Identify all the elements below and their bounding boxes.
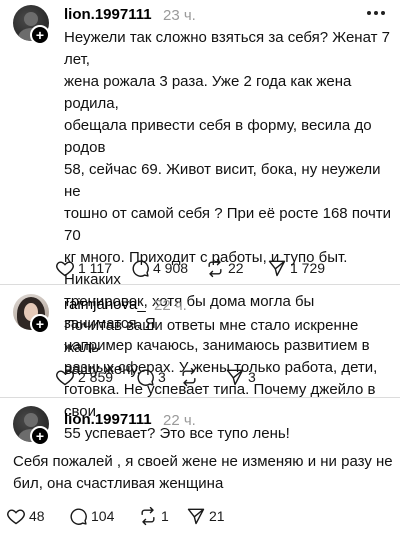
comment-icon (137, 369, 154, 386)
share-button[interactable]: 21 (186, 505, 225, 527)
post-text: Себя пожалей , я своей жене не изменяю и… (13, 453, 393, 492)
share-button[interactable]: 3 (225, 366, 256, 388)
repost-count: 1 (161, 508, 169, 524)
repost-button[interactable]: 1 (138, 505, 169, 527)
heart-icon (56, 261, 74, 277)
reply-count: 3 (158, 369, 166, 385)
like-button[interactable]: 2 859 (55, 366, 113, 388)
repost-button[interactable]: 22 (205, 257, 244, 279)
comment-icon (132, 260, 149, 277)
post-actions: 1 117 4 908 22 1 729 (55, 257, 395, 279)
like-button[interactable]: 48 (6, 505, 45, 527)
like-count: 1 117 (78, 260, 112, 276)
like-count: 48 (29, 508, 45, 524)
reply-button[interactable]: 104 (68, 505, 114, 527)
reply-count: 104 (91, 508, 115, 524)
follow-plus-icon[interactable]: + (30, 426, 50, 446)
follow-plus-icon[interactable]: + (30, 25, 50, 45)
more-options-icon[interactable] (366, 9, 386, 17)
timestamp: 22 ч. (163, 412, 196, 429)
heart-icon (7, 509, 25, 525)
profile-silhouette-icon (24, 12, 38, 26)
share-count: 3 (248, 369, 256, 385)
follow-plus-icon[interactable]: + (30, 314, 50, 334)
divider (0, 397, 400, 398)
share-count: 21 (209, 508, 225, 524)
heart-icon (56, 370, 74, 386)
divider (0, 284, 400, 285)
like-button[interactable]: 1 117 (55, 257, 112, 279)
repost-button[interactable] (179, 366, 202, 388)
post-actions: 2 859 3 3 (55, 366, 395, 388)
post-actions: 48 104 1 21 (6, 505, 386, 527)
reply-button[interactable]: 4 908 (130, 257, 188, 279)
username[interactable]: lion.1997111 (64, 411, 152, 428)
profile-silhouette-icon (24, 413, 38, 427)
comment-icon (70, 508, 87, 525)
reply-button[interactable]: 3 (135, 366, 166, 388)
reply-count: 4 908 (153, 260, 189, 276)
repost-icon (182, 367, 196, 387)
repost-icon (141, 506, 155, 526)
send-icon (268, 260, 286, 277)
like-count: 2 859 (78, 369, 114, 385)
repost-icon (208, 258, 222, 278)
timestamp: 23 ч. (163, 7, 196, 24)
repost-count: 22 (228, 260, 244, 276)
share-count: 1 729 (290, 260, 326, 276)
username[interactable]: lion.1997111 (64, 6, 152, 23)
send-icon (226, 369, 244, 386)
username[interactable]: raimjanova_ (64, 296, 146, 313)
share-button[interactable]: 1 729 (267, 257, 325, 279)
timestamp: 22 ч. (154, 297, 187, 314)
send-icon (187, 508, 205, 525)
